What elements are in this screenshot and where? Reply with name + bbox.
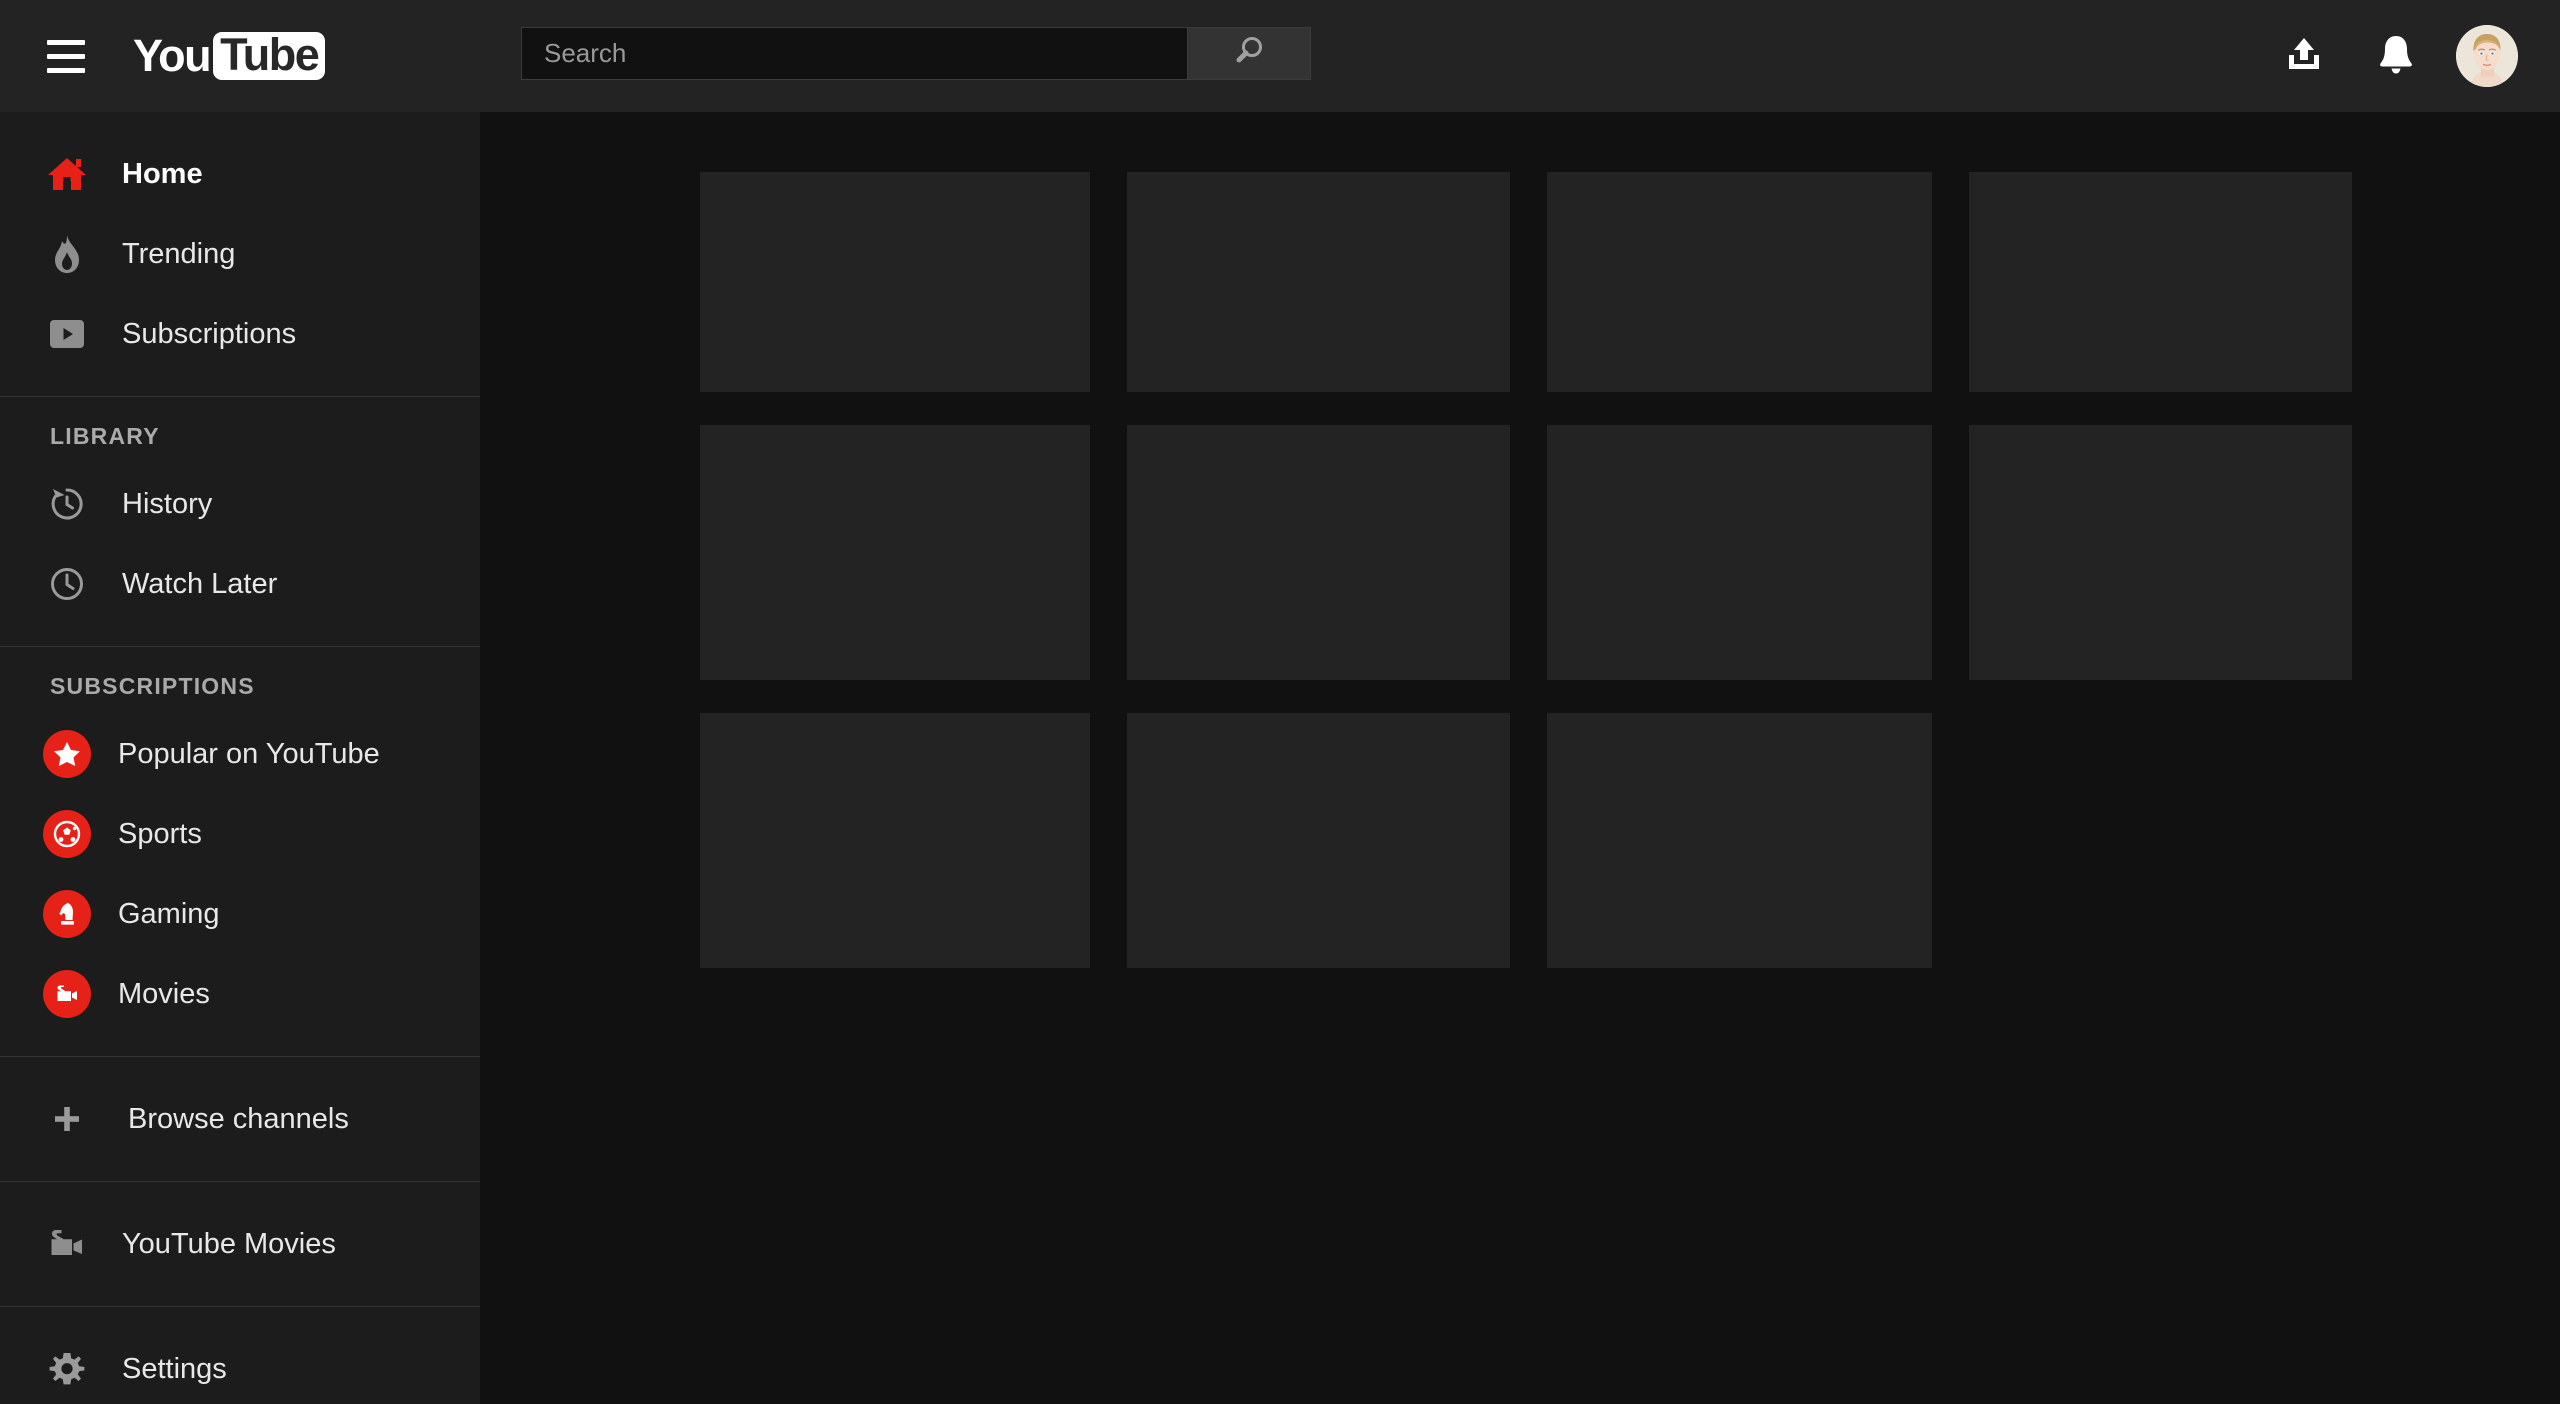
library-header: LIBRARY <box>50 423 160 449</box>
channel-avatar <box>38 890 96 938</box>
video-card-placeholder[interactable] <box>1127 713 1510 968</box>
video-card-placeholder[interactable] <box>700 713 1090 968</box>
soccer-ball-icon <box>43 810 91 858</box>
logo-tube-text: Tube <box>213 31 326 81</box>
subscriptions-header: SUBSCRIPTIONS <box>50 673 255 699</box>
sidebar-item-popular-on-youtube[interactable]: Popular on YouTube <box>0 714 480 794</box>
sidebar-item-label: Browse channels <box>128 1102 349 1135</box>
flame-icon <box>38 232 96 276</box>
masthead-header: You Tube <box>0 0 2560 112</box>
upload-icon <box>2281 31 2327 82</box>
video-card-placeholder[interactable] <box>700 172 1090 392</box>
hamburger-bar <box>47 67 85 73</box>
video-card-placeholder[interactable] <box>1547 425 1932 680</box>
plus-icon <box>38 1102 96 1136</box>
channel-avatar <box>38 970 96 1018</box>
sidebar-item-browse-channels[interactable]: Browse channels <box>0 1079 480 1159</box>
sidebar-item-youtube-movies[interactable]: YouTube Movies <box>0 1204 480 1284</box>
sidebar-item-label: Trending <box>122 237 236 270</box>
video-card-placeholder[interactable] <box>1547 172 1932 392</box>
sidebar-item-label: Gaming <box>118 897 220 930</box>
search-form <box>521 27 1311 80</box>
video-grid-row <box>700 713 2420 968</box>
video-card-placeholder[interactable] <box>1969 172 2352 392</box>
main-content <box>480 112 2560 1404</box>
search-input[interactable] <box>521 27 1187 80</box>
hamburger-bar <box>47 39 85 45</box>
search-icon <box>1231 33 1267 74</box>
sidebar-item-label: Sports <box>118 817 202 850</box>
sidebar-item-label: Movies <box>118 977 210 1010</box>
sidebar-item-label: History <box>122 487 213 520</box>
guide-section-primary: Home Trending Subscriptions <box>0 112 480 396</box>
gear-icon <box>38 1349 96 1389</box>
sidebar-item-label: YouTube Movies <box>122 1227 336 1260</box>
header-actions <box>2258 0 2560 112</box>
sidebar-guide[interactable]: Home Trending Subscriptions LIBRARY Hist… <box>0 112 480 1404</box>
sidebar-item-label: Home <box>122 157 203 190</box>
youtube-logo[interactable]: You Tube <box>133 23 326 89</box>
video-card-placeholder[interactable] <box>700 425 1090 680</box>
guide-section-more: YouTube Movies <box>0 1182 480 1306</box>
channel-avatar <box>38 810 96 858</box>
notifications-button[interactable] <box>2350 10 2442 102</box>
upload-button[interactable] <box>2258 10 2350 102</box>
sidebar-item-sports[interactable]: Sports <box>0 794 480 874</box>
sidebar-item-gaming[interactable]: Gaming <box>0 874 480 954</box>
chess-knight-icon <box>43 890 91 938</box>
video-grid <box>700 172 2420 1001</box>
guide-section-library: LIBRARY History Watch Later <box>0 397 480 646</box>
video-card-placeholder[interactable] <box>1969 425 2352 680</box>
search-button[interactable] <box>1187 27 1311 80</box>
star-icon <box>43 730 91 778</box>
sidebar-item-settings[interactable]: Settings <box>0 1329 480 1404</box>
hamburger-bar <box>47 53 85 59</box>
home-icon <box>38 152 96 196</box>
sidebar-item-subscriptions[interactable]: Subscriptions <box>0 294 480 374</box>
hamburger-menu-icon[interactable] <box>33 23 99 89</box>
video-grid-row <box>700 425 2420 680</box>
video-camera-icon <box>38 1224 96 1264</box>
clock-icon <box>38 564 96 604</box>
sidebar-item-label: Popular on YouTube <box>118 737 380 770</box>
video-grid-row <box>700 172 2420 392</box>
video-card-placeholder[interactable] <box>1127 172 1510 392</box>
video-card-placeholder[interactable] <box>1547 713 1932 968</box>
sidebar-item-movies[interactable]: Movies <box>0 954 480 1034</box>
guide-section-subscriptions: SUBSCRIPTIONS Popular on YouTube Sports … <box>0 647 480 1056</box>
sidebar-item-trending[interactable]: Trending <box>0 214 480 294</box>
channel-avatar <box>38 730 96 778</box>
bell-icon <box>2375 32 2417 81</box>
history-clock-icon <box>38 484 96 524</box>
logo-you-text: You <box>133 29 212 81</box>
video-card-placeholder[interactable] <box>1127 425 1510 680</box>
sidebar-item-history[interactable]: History <box>0 464 480 544</box>
video-camera-icon <box>43 970 91 1018</box>
guide-section-browse: Browse channels <box>0 1057 480 1181</box>
sidebar-item-home[interactable]: Home <box>0 134 480 214</box>
sidebar-item-label: Subscriptions <box>122 317 297 350</box>
account-avatar[interactable] <box>2456 25 2518 87</box>
guide-section-footer: Settings <box>0 1307 480 1404</box>
sidebar-item-label: Settings <box>122 1352 227 1385</box>
sidebar-item-label: Watch Later <box>122 567 278 600</box>
sidebar-item-watch-later[interactable]: Watch Later <box>0 544 480 624</box>
subscriptions-icon <box>38 317 96 351</box>
